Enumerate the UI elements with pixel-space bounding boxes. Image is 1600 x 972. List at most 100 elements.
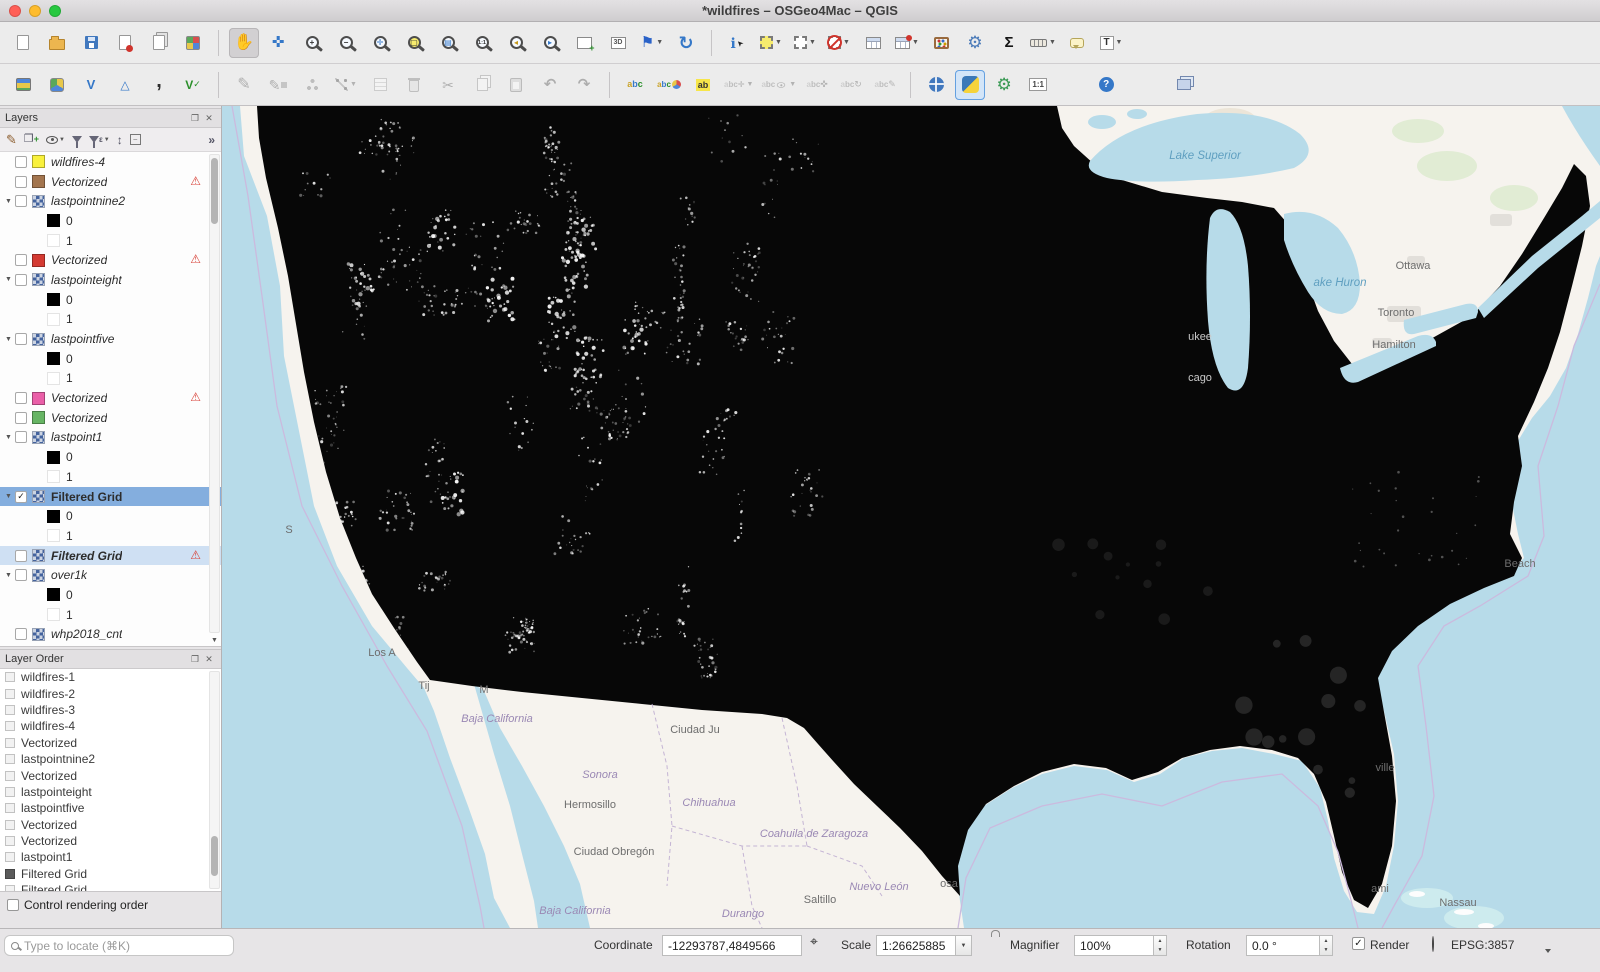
refresh-map-button[interactable]: ↻ (671, 28, 701, 58)
zoom-next-button[interactable]: ▸ (535, 28, 565, 58)
add-delimited-text-layer-button[interactable]: , (144, 70, 174, 100)
style-manager-button[interactable] (178, 28, 208, 58)
layer-item[interactable]: ▼ lastpointnine2 (0, 191, 221, 211)
expand-arrow-icon[interactable]: ▼ (3, 336, 14, 343)
zoom-window-button[interactable] (49, 5, 61, 17)
layout-manager-button[interactable] (144, 28, 174, 58)
chevron-down-icon[interactable]: ▼ (775, 39, 782, 46)
layer-order-item[interactable]: lastpointnine2 (0, 751, 221, 767)
close-panel-icon[interactable]: ✕ (202, 652, 216, 666)
expand-arrow-icon[interactable]: ▼ (3, 276, 14, 283)
python-console-button[interactable] (955, 69, 986, 100)
layer-visibility-checkbox[interactable] (15, 411, 27, 424)
zoom-last-button[interactable]: ◂ (501, 28, 531, 58)
zoom-out-button[interactable]: − (331, 28, 361, 58)
layer-item[interactable]: Vectorized (0, 408, 221, 428)
layer-stack-button[interactable] (1169, 70, 1199, 100)
stepper-arrows-icon[interactable]: ▲ ▼ (1320, 935, 1333, 956)
layer-order-checkbox[interactable] (5, 754, 15, 765)
layer-order-checkbox[interactable] (5, 852, 15, 863)
layer-visibility-checkbox[interactable] (15, 569, 27, 582)
magnifier-input[interactable] (1074, 935, 1154, 956)
rotation-input[interactable] (1246, 935, 1320, 956)
add-vector-layer-button[interactable] (42, 70, 72, 100)
pan-map-button[interactable]: ✋ (229, 27, 259, 58)
layer-order-item[interactable]: wildfires-2 (0, 685, 221, 701)
layer-order-checkbox[interactable] (5, 672, 15, 683)
chevron-down-icon[interactable]: ▼ (1116, 39, 1123, 46)
measure-button[interactable]: ▼ (1028, 28, 1058, 58)
layer-visibility-checkbox[interactable] (15, 155, 27, 168)
open-attribute-table-button[interactable] (858, 28, 888, 58)
layers-scrollbar[interactable] (209, 154, 220, 633)
map-tips-button[interactable] (1062, 28, 1092, 58)
scale-input[interactable] (876, 935, 956, 956)
layer-order-checkbox[interactable] (5, 819, 15, 830)
deselect-all-button[interactable]: ▼ (824, 28, 854, 58)
help-button[interactable]: ? (1091, 70, 1121, 100)
panel-overflow-button[interactable]: » (208, 134, 215, 146)
layer-order-item[interactable]: Vectorized (0, 767, 221, 783)
layer-item[interactable]: Vectorized ⚠ (0, 250, 221, 270)
layer-order-checkbox[interactable] (5, 868, 15, 879)
layer-order-checkbox[interactable] (5, 688, 15, 699)
layer-item[interactable]: wildfires-4 (0, 152, 221, 172)
minimize-window-button[interactable] (29, 5, 41, 17)
expand-arrow-icon[interactable]: ▼ (3, 493, 14, 500)
layer-order-checkbox[interactable] (5, 704, 15, 715)
layer-item[interactable]: Vectorized ⚠ (0, 172, 221, 192)
zoom-to-selection-button[interactable]: ▢ (399, 28, 429, 58)
chevron-down-icon[interactable]: ▼ (350, 81, 357, 88)
layer-labeling-button[interactable]: abc (620, 70, 650, 100)
layer-order-checkbox[interactable] (5, 885, 15, 891)
add-virtual-layer-button[interactable]: V ✓ (178, 70, 208, 100)
layer-order-item[interactable]: lastpoint1 (0, 849, 221, 865)
control-rendering-order-checkbox[interactable] (7, 899, 19, 911)
highlight-pinned-labels-button[interactable]: ab (688, 70, 718, 100)
zoom-in-button[interactable]: + (297, 28, 327, 58)
layer-order-checkbox[interactable] (5, 836, 15, 847)
layer-order-checkbox[interactable] (5, 786, 15, 797)
expand-arrow-icon[interactable]: ▼ (3, 198, 14, 205)
layer-item[interactable]: ▼ ✓ Filtered Grid (0, 486, 221, 507)
open-project-button[interactable] (42, 28, 72, 58)
layer-order-item[interactable]: Vectorized (0, 735, 221, 751)
add-raster-layer-button[interactable]: V (76, 70, 106, 100)
layer-order-item[interactable]: Filtered Grid (0, 882, 221, 891)
layer-visibility-checkbox[interactable] (15, 549, 27, 562)
expand-arrow-icon[interactable]: ▼ (3, 434, 14, 441)
layer-order-checkbox[interactable] (5, 803, 15, 814)
zoom-full-button[interactable]: ✛ (365, 28, 395, 58)
layer-order-checkbox[interactable] (5, 770, 15, 781)
new-project-button[interactable] (8, 28, 38, 58)
new-3d-map-view-button[interactable]: 3D (603, 28, 633, 58)
layer-visibility-checkbox[interactable] (15, 254, 27, 267)
render-checkbox[interactable]: ✓ (1352, 937, 1365, 950)
locate-input[interactable] (24, 938, 227, 953)
metasearch-button[interactable] (921, 70, 951, 100)
layer-item[interactable]: ▼ lastpoint1 (0, 428, 221, 448)
chevron-down-icon[interactable]: ▼ (656, 39, 663, 46)
layer-order-item[interactable]: wildfires-3 (0, 702, 221, 718)
processing-toolbox-button[interactable]: ⚙ (989, 70, 1019, 100)
layer-order-item[interactable]: Vectorized (0, 833, 221, 849)
layer-item[interactable]: ▼ over1k (0, 565, 221, 585)
zoom-native-button[interactable]: 1:1 (467, 28, 497, 58)
add-group-button[interactable]: ❐ + (24, 134, 39, 145)
spatial-bookmarks-button[interactable]: ⚑ ▼ (637, 28, 667, 58)
data-source-manager-button[interactable] (8, 70, 38, 100)
layer-order-item[interactable]: wildfires-1 (0, 669, 221, 685)
stepper-arrows-icon[interactable]: ▲ ▼ (1154, 935, 1167, 956)
rotation-spin[interactable]: ▲▼ (1246, 935, 1333, 956)
identify-features-button[interactable]: ℹ ➤ (722, 28, 752, 58)
float-panel-icon[interactable]: ❐ (188, 652, 202, 666)
magnifier-spin[interactable]: ▲▼ (1074, 935, 1167, 956)
expand-collapse-tree-button[interactable]: ↕ (117, 134, 123, 146)
crs-status[interactable]: EPSG:3857 (1451, 938, 1514, 952)
warning-icon[interactable]: ⚠ (190, 390, 201, 404)
filter-by-expression-button[interactable]: ε ▼ (89, 135, 110, 148)
chevron-down-icon[interactable]: ▼ (789, 81, 796, 88)
layer-item[interactable]: ▼ lastpointfive (0, 329, 221, 349)
filter-legend-button[interactable] (72, 136, 82, 148)
warning-icon[interactable]: ⚠ (190, 174, 201, 188)
